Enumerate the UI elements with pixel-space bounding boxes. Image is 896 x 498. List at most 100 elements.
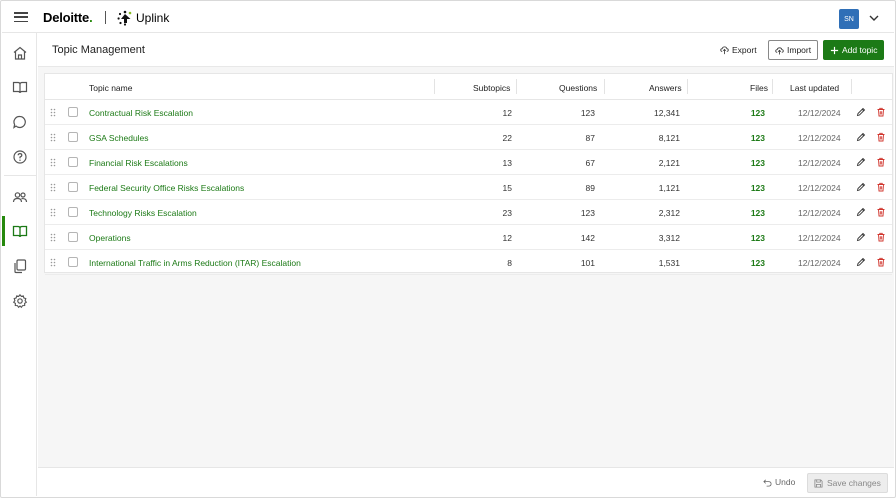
topic-name-link[interactable]: Financial Risk Escalations xyxy=(89,158,188,168)
edit-icon[interactable] xyxy=(856,157,866,167)
files-count-link[interactable]: 123 xyxy=(751,108,765,118)
home-icon[interactable] xyxy=(11,44,29,62)
answers-count: 12,341 xyxy=(654,108,680,118)
delete-icon[interactable] xyxy=(876,182,886,192)
edit-icon[interactable] xyxy=(856,182,866,192)
save-changes-button[interactable]: Save changes xyxy=(807,473,888,493)
drag-handle-icon[interactable] xyxy=(50,108,56,117)
row-checkbox[interactable] xyxy=(68,232,78,242)
help-icon[interactable] xyxy=(11,148,29,166)
last-updated-date: 12/12/2024 xyxy=(798,258,841,268)
table-header: Topic name Subtopics Questions Answers F… xyxy=(45,74,892,100)
col-files[interactable]: Files xyxy=(750,83,768,93)
undo-button[interactable]: Undo xyxy=(763,477,795,487)
subtopics-count: 15 xyxy=(502,183,512,193)
topic-name-link[interactable]: GSA Schedules xyxy=(89,133,149,143)
subtopics-count: 12 xyxy=(502,108,512,118)
drag-handle-icon[interactable] xyxy=(50,258,56,267)
row-checkbox[interactable] xyxy=(68,257,78,267)
col-subtopics[interactable]: Subtopics xyxy=(473,83,510,93)
edit-icon[interactable] xyxy=(856,207,866,217)
files-count-link[interactable]: 123 xyxy=(751,258,765,268)
topic-name-link[interactable]: Technology Risks Escalation xyxy=(89,208,197,218)
documents-icon[interactable] xyxy=(11,257,29,275)
edit-icon[interactable] xyxy=(856,232,866,242)
answers-count: 1,121 xyxy=(658,183,680,193)
topic-name-link[interactable]: International Traffic in Arms Reduction … xyxy=(89,258,301,268)
answers-count: 2,121 xyxy=(658,158,680,168)
row-checkbox[interactable] xyxy=(68,132,78,142)
col-questions[interactable]: Questions xyxy=(559,83,597,93)
add-topic-button[interactable]: Add topic xyxy=(823,40,885,60)
sidebar xyxy=(2,33,37,496)
table-row[interactable]: Operations 12 142 3,312 123 12/12/2024 xyxy=(45,225,892,250)
column-divider xyxy=(851,79,852,94)
add-topic-label: Add topic xyxy=(842,45,878,55)
edit-icon[interactable] xyxy=(856,257,866,267)
edit-icon[interactable] xyxy=(856,132,866,142)
cloud-upload-icon xyxy=(775,46,784,55)
files-count-link[interactable]: 123 xyxy=(751,133,765,143)
delete-icon[interactable] xyxy=(876,207,886,217)
last-updated-date: 12/12/2024 xyxy=(798,183,841,193)
table-row[interactable]: GSA Schedules 22 87 8,121 123 12/12/2024 xyxy=(45,125,892,150)
table-row[interactable]: Federal Security Office Risks Escalation… xyxy=(45,175,892,200)
row-checkbox[interactable] xyxy=(68,182,78,192)
chat-icon[interactable] xyxy=(11,113,29,131)
users-icon[interactable] xyxy=(11,188,29,206)
drag-handle-icon[interactable] xyxy=(50,133,56,142)
answers-count: 2,312 xyxy=(658,208,680,218)
export-button[interactable]: Export xyxy=(714,40,763,60)
page-header: Topic Management Export Import Add topic xyxy=(38,33,894,67)
topic-name-link[interactable]: Federal Security Office Risks Escalation… xyxy=(89,183,244,193)
col-topic-name[interactable]: Topic name xyxy=(89,83,132,93)
uplink-logo-icon xyxy=(117,10,132,26)
edit-icon[interactable] xyxy=(856,107,866,117)
topics-icon[interactable] xyxy=(11,222,29,240)
col-last-updated[interactable]: Last updated xyxy=(790,83,839,93)
col-answers[interactable]: Answers xyxy=(649,83,682,93)
row-checkbox[interactable] xyxy=(68,107,78,117)
delete-icon[interactable] xyxy=(876,232,886,242)
table-row[interactable]: Financial Risk Escalations 13 67 2,121 123 12… xyxy=(45,150,892,175)
delete-icon[interactable] xyxy=(876,257,886,267)
delete-icon[interactable] xyxy=(876,157,886,167)
topics-table: Topic name Subtopics Questions Answers F… xyxy=(44,73,893,275)
menu-icon[interactable] xyxy=(14,10,28,24)
import-button[interactable]: Import xyxy=(768,40,819,60)
topic-name-link[interactable]: Operations xyxy=(89,233,131,243)
files-count-link[interactable]: 123 xyxy=(751,208,765,218)
row-checkbox[interactable] xyxy=(68,157,78,167)
chevron-down-icon[interactable] xyxy=(868,12,880,24)
drag-handle-icon[interactable] xyxy=(50,158,56,167)
table-row[interactable]: Technology Risks Escalation 23 123 2,312 123… xyxy=(45,200,892,225)
answers-count: 1,531 xyxy=(658,258,680,268)
delete-icon[interactable] xyxy=(876,107,886,117)
column-divider xyxy=(772,79,773,94)
import-label: Import xyxy=(787,45,812,55)
export-label: Export xyxy=(732,45,757,55)
book-icon[interactable] xyxy=(11,78,29,96)
topic-name-link[interactable]: Contractual Risk Escalation xyxy=(89,108,193,118)
save-label: Save changes xyxy=(827,478,881,488)
last-updated-date: 12/12/2024 xyxy=(798,233,841,243)
avatar[interactable]: SN xyxy=(839,9,859,29)
files-count-link[interactable]: 123 xyxy=(751,183,765,193)
table-row[interactable]: International Traffic in Arms Reduction … xyxy=(45,250,892,275)
questions-count: 101 xyxy=(580,258,595,268)
files-count-link[interactable]: 123 xyxy=(751,233,765,243)
delete-icon[interactable] xyxy=(876,132,886,142)
drag-handle-icon[interactable] xyxy=(50,183,56,192)
drag-handle-icon[interactable] xyxy=(50,233,56,242)
app-frame: Deloitte. Uplink SN Topic Management Exp… xyxy=(0,0,896,498)
row-checkbox[interactable] xyxy=(68,207,78,217)
questions-count: 142 xyxy=(580,233,595,243)
drag-handle-icon[interactable] xyxy=(50,208,56,217)
files-count-link[interactable]: 123 xyxy=(751,158,765,168)
column-divider xyxy=(516,79,517,94)
active-nav-indicator xyxy=(2,216,5,246)
settings-icon[interactable] xyxy=(11,292,29,310)
answers-count: 8,121 xyxy=(658,133,680,143)
column-divider xyxy=(687,79,688,94)
table-row[interactable]: Contractual Risk Escalation 12 123 12,341 12… xyxy=(45,100,892,125)
